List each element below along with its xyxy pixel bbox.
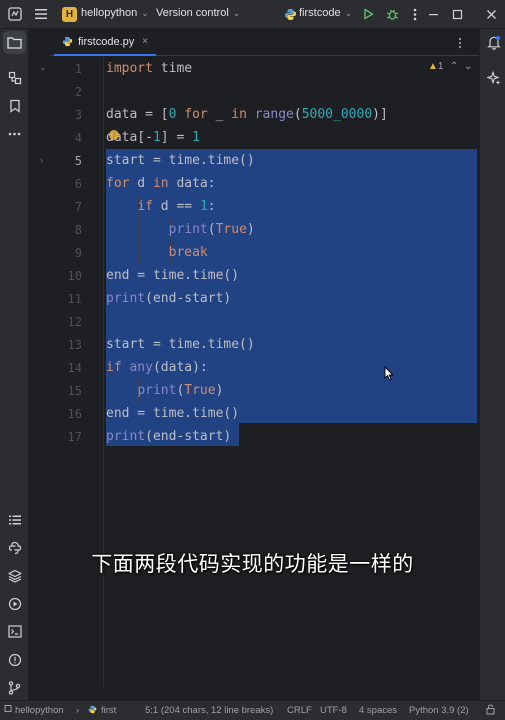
line-number: 10 [67,269,82,283]
caret-position[interactable]: 5:1 (204 chars, 12 line breaks) [145,705,273,716]
project-badge[interactable]: H [62,7,77,22]
line-number: 11 [67,292,82,306]
minimize-icon[interactable] [425,6,441,22]
tab-close-icon[interactable]: × [142,36,148,47]
line-number: 3 [74,108,82,122]
close-icon[interactable] [483,6,499,22]
more-horizontal-icon[interactable] [6,125,23,142]
line-number: 2 [74,85,82,99]
chevron-right-icon[interactable]: › [40,155,43,165]
line-number: 6 [74,177,82,191]
run-config-name: firstcode [299,7,341,19]
mouse-pointer-icon [384,366,394,381]
line-number: 9 [74,246,82,260]
python-icon [282,6,298,22]
gutter-separator [103,57,104,687]
ai-assistant-icon[interactable] [485,69,502,86]
right-tool-strip [479,29,505,700]
breadcrumb-file[interactable]: first [101,705,116,716]
notifications-icon[interactable] [485,34,502,51]
inspection-widget[interactable]: ▲1 [428,61,443,72]
chevron-down-icon: ⌄ [141,8,149,18]
code-line-4[interactable]: data[-1] = 1 [106,126,200,149]
code-line-14[interactable]: if any(data): [106,356,208,379]
chevron-down-icon[interactable]: ⌄ [39,62,47,73]
line-number: 15 [67,384,82,398]
title-bar: H hellopython ⌄ Version control ⌄ firstcod… [0,0,505,29]
line-number: 12 [67,315,82,329]
code-line-5[interactable]: start = time.time() [106,149,255,172]
tab-label: firstcode.py [78,35,135,48]
code-line-9[interactable]: break [106,241,208,264]
todo-list-icon[interactable] [6,511,23,528]
warning-icon: ▲ [428,61,438,72]
app-menu-icon[interactable] [7,6,23,22]
more-vertical-icon[interactable] [407,6,423,22]
line-number: 7 [74,200,82,214]
indent-setting[interactable]: 4 spaces [359,705,397,716]
code-line-15[interactable]: print(True) [106,379,223,402]
structure-icon[interactable] [6,69,23,86]
code-line-8[interactable]: print(True) [106,218,255,241]
git-icon[interactable] [6,679,23,696]
debug-icon[interactable] [384,6,400,22]
chevron-right-icon: › [76,705,80,716]
python-file-icon [88,705,97,717]
chevron-down-icon: ⌄ [344,8,353,18]
code-line-3[interactable]: data = [0 for _ in range(5000_0000)] [106,103,388,126]
video-subtitle: 下面两段代码实现的功能是一样的 [91,552,414,576]
breadcrumb-project[interactable]: hellopython [15,705,64,716]
code-line-10[interactable]: end = time.time() [106,264,239,287]
project-folder-icon[interactable] [3,31,26,54]
warning-count: 1 [437,61,444,72]
code-line-13[interactable]: start = time.time() [106,333,255,356]
line-number: 4 [74,131,82,145]
chevron-down-icon[interactable]: ⌄ [464,61,472,72]
line-number: 17 [67,430,82,444]
vcs-menu[interactable]: Version control ⌄ [156,7,240,19]
code-editor[interactable]: 1 2 3 4 5 6 7 8 9 10 11 12 13 14 15 16 1… [50,57,479,700]
collapsed-project-pane: ⌄ › [29,29,50,700]
line-number: 13 [67,338,82,352]
status-bar: hellopython › first 5:1 (204 chars, 12 l… [0,700,505,720]
file-encoding[interactable]: UTF-8 [320,705,347,716]
line-number: 1 [74,62,82,76]
python-file-icon [62,36,73,47]
intention-bulb-icon[interactable] [109,130,119,140]
line-number: 8 [74,223,82,237]
chevron-up-icon[interactable]: ⌃ [450,61,458,72]
editor-tab-strip: firstcode.py × [50,29,479,56]
project-square-icon [4,704,12,716]
hamburger-icon[interactable] [33,6,49,22]
left-tool-strip [0,29,29,700]
code-line-16[interactable]: end = time.time() [106,402,239,425]
code-line-11[interactable]: print(end-start) [106,287,231,310]
lock-icon[interactable] [486,704,495,718]
code-line-17[interactable]: print(end-start) [106,425,231,448]
code-line-1[interactable]: import time [106,57,192,80]
run-icon[interactable] [360,6,376,22]
line-number: 16 [67,407,82,421]
more-vertical-icon[interactable] [458,36,462,54]
vcs-label: Version control [156,7,229,19]
services-icon[interactable] [6,595,23,612]
line-ending[interactable]: CRLF [287,705,312,716]
project-switcher[interactable]: hellopython ⌄ [81,7,149,19]
python-interpreter[interactable]: Python 3.9 (2) [409,705,469,716]
run-config-selector[interactable]: firstcode ⌄ [299,7,352,19]
code-line-6[interactable]: for d in data: [106,172,216,195]
maximize-icon[interactable] [449,6,465,22]
line-gutter[interactable]: 1 2 3 4 5 6 7 8 9 10 11 12 13 14 15 16 1… [50,57,104,700]
tab-firstcode[interactable]: firstcode.py × [54,29,157,56]
code-line-7[interactable]: if d == 1: [106,195,215,218]
terminal-icon[interactable] [6,623,23,640]
chevron-down-icon: ⌄ [232,8,241,18]
problems-icon[interactable] [6,651,23,668]
line-number-current: 5 [74,154,82,168]
bookmarks-icon[interactable] [6,97,23,114]
line-number: 14 [67,361,82,375]
project-name: hellopython [81,7,138,19]
